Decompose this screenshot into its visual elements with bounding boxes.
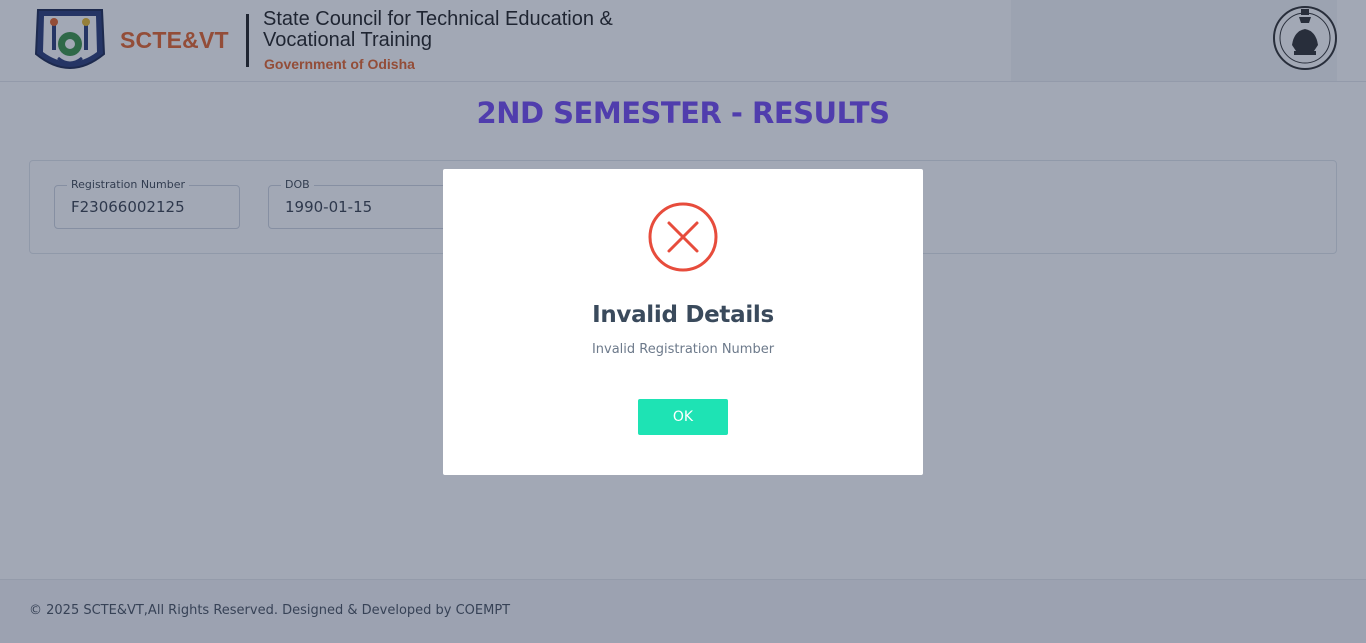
results-page: SCTE&VT State Council for Technical Educ… <box>0 0 1366 643</box>
dialog-title: Invalid Details <box>592 302 774 328</box>
ok-button[interactable]: OK <box>638 399 728 435</box>
error-dialog: Invalid Details Invalid Registration Num… <box>443 169 923 475</box>
error-x-icon <box>648 202 718 272</box>
dialog-message: Invalid Registration Number <box>591 342 775 357</box>
